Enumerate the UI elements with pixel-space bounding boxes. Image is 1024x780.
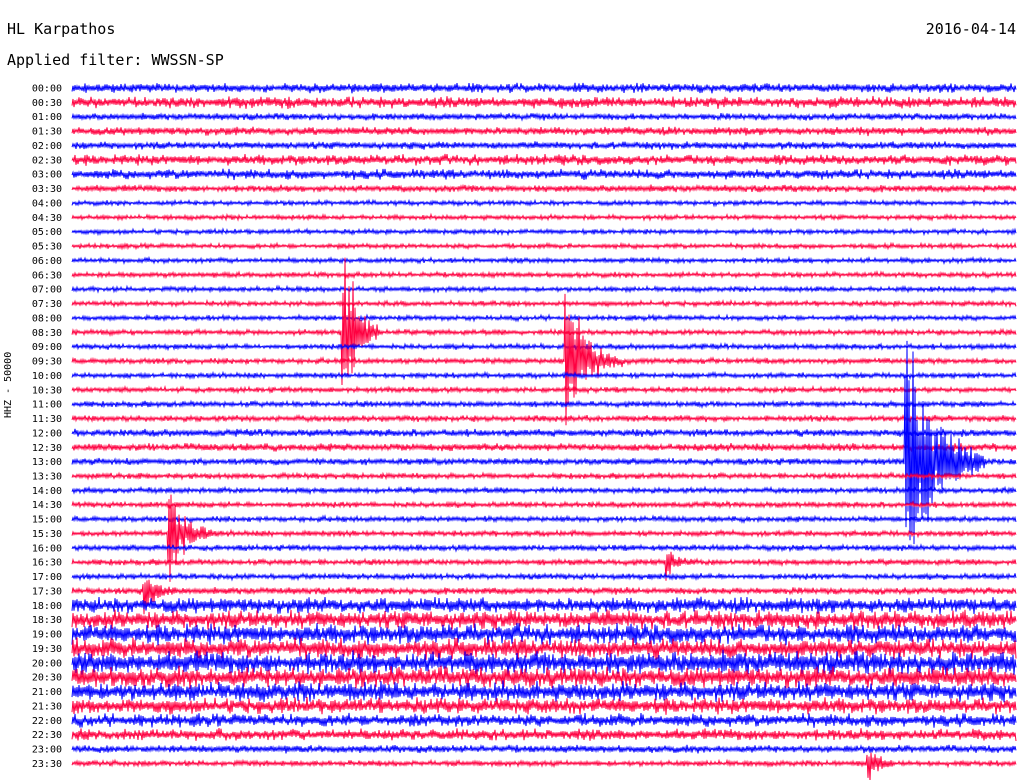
seismic-trace-1400 xyxy=(71,485,1017,496)
seismic-trace-1100 xyxy=(71,399,1017,410)
time-tick-label: 14:30 xyxy=(32,500,62,511)
time-tick-label: 06:00 xyxy=(32,256,62,267)
time-tick-label: 09:00 xyxy=(32,342,62,353)
time-tick-label: 10:30 xyxy=(32,385,62,396)
time-tick-label: 07:00 xyxy=(32,285,62,296)
time-tick-label: 15:00 xyxy=(32,515,62,526)
seismic-trace-1030 xyxy=(71,384,1017,395)
seismic-trace-0300 xyxy=(71,168,1017,181)
time-tick-label: 01:30 xyxy=(32,127,62,138)
seismic-trace-0200 xyxy=(71,140,1017,151)
time-tick-label: 22:00 xyxy=(32,716,62,727)
seismic-trace-1300 xyxy=(71,340,1017,545)
time-tick-label: 04:30 xyxy=(32,213,62,224)
time-tick-label: 21:30 xyxy=(32,701,62,712)
seismic-trace-0500 xyxy=(71,227,1017,237)
time-tick-label: 20:30 xyxy=(32,673,62,684)
time-tick-label: 16:00 xyxy=(32,543,62,554)
seismic-trace-1130 xyxy=(71,413,1017,424)
time-tick-label: 18:30 xyxy=(32,615,62,626)
seismic-trace-1530 xyxy=(71,494,1017,582)
time-tick-label: 12:00 xyxy=(32,428,62,439)
seismic-trace-2230 xyxy=(71,728,1017,742)
seismic-trace-0700 xyxy=(71,284,1017,294)
seismic-trace-0430 xyxy=(71,212,1017,222)
seismic-trace-2130 xyxy=(71,696,1017,715)
time-tick-label: 20:00 xyxy=(32,658,62,669)
time-tick-label: 10:00 xyxy=(32,371,62,382)
seismic-trace-0130 xyxy=(71,126,1017,137)
seismic-trace-1600 xyxy=(71,543,1017,553)
time-tick-label: 18:00 xyxy=(32,601,62,612)
seismic-trace-1800 xyxy=(71,596,1017,615)
time-tick-label: 12:30 xyxy=(32,443,62,454)
time-tick-label: 19:00 xyxy=(32,630,62,641)
seismic-trace-1200 xyxy=(71,428,1017,438)
seismic-trace-0800 xyxy=(71,313,1017,323)
trace-group xyxy=(71,82,1017,780)
time-tick-label: 02:30 xyxy=(32,155,62,166)
time-tick-label: 09:30 xyxy=(32,357,62,368)
seismic-trace-0900 xyxy=(71,341,1017,352)
seismic-trace-2200 xyxy=(71,712,1017,728)
time-tick-label: 00:00 xyxy=(32,84,62,95)
time-tick-label: 17:30 xyxy=(32,586,62,597)
seismic-trace-0400 xyxy=(71,198,1017,208)
seismic-trace-1430 xyxy=(71,499,1017,510)
seismic-trace-0000 xyxy=(71,82,1017,94)
seismic-trace-2000 xyxy=(71,649,1017,676)
time-tick-label: 04:00 xyxy=(32,198,62,209)
seismic-trace-1500 xyxy=(71,514,1017,525)
time-tick-label: 17:00 xyxy=(32,572,62,583)
seismic-trace-1830 xyxy=(71,609,1017,631)
time-tick-label: 23:00 xyxy=(32,745,62,756)
time-tick-label: 06:30 xyxy=(32,270,62,281)
time-tick-label: 11:30 xyxy=(32,414,62,425)
time-tick-label: 05:00 xyxy=(32,227,62,238)
seismic-trace-2330 xyxy=(71,752,1017,780)
time-tick-label: 03:30 xyxy=(32,184,62,195)
time-tick-label: 21:00 xyxy=(32,687,62,698)
time-tick-group: 00:00 00:30 01:00 01:30 02:00 02:30 03:00 03:30… xyxy=(32,84,62,770)
seismic-trace-1000 xyxy=(71,370,1017,381)
seismic-trace-0600 xyxy=(71,255,1017,266)
seismic-trace-0330 xyxy=(71,183,1017,194)
seismic-trace-1700 xyxy=(71,571,1017,582)
seismic-trace-0730 xyxy=(71,298,1017,309)
time-tick-label: 00:30 xyxy=(32,98,62,109)
time-tick-label: 16:30 xyxy=(32,558,62,569)
time-tick-label: 01:00 xyxy=(32,112,62,123)
seismic-trace-1230 xyxy=(71,442,1017,452)
seismic-trace-0100 xyxy=(71,111,1017,122)
seismic-trace-1330 xyxy=(71,471,1017,481)
time-tick-label: 23:30 xyxy=(32,759,62,770)
time-tick-label: 13:00 xyxy=(32,457,62,468)
seismic-trace-0530 xyxy=(71,241,1017,251)
seismic-trace-0630 xyxy=(71,270,1017,280)
time-tick-label: 08:00 xyxy=(32,313,62,324)
seismic-trace-0230 xyxy=(71,153,1017,166)
time-tick-label: 13:30 xyxy=(32,471,62,482)
seismic-trace-2300 xyxy=(71,743,1017,754)
time-tick-label: 22:30 xyxy=(32,730,62,741)
time-tick-label: 14:00 xyxy=(32,486,62,497)
helicorder-plot: 00:00 00:30 01:00 01:30 02:00 02:30 03:00 03:30… xyxy=(32,82,1017,780)
time-tick-label: 03:00 xyxy=(32,170,62,181)
time-tick-label: 02:00 xyxy=(32,141,62,152)
time-tick-label: 19:30 xyxy=(32,644,62,655)
time-tick-label: 07:30 xyxy=(32,299,62,310)
time-tick-label: 11:00 xyxy=(32,400,62,411)
time-tick-label: 15:30 xyxy=(32,529,62,540)
time-tick-label: 08:30 xyxy=(32,328,62,339)
time-tick-label: 05:30 xyxy=(32,242,62,253)
seismic-trace-0030 xyxy=(71,95,1017,110)
